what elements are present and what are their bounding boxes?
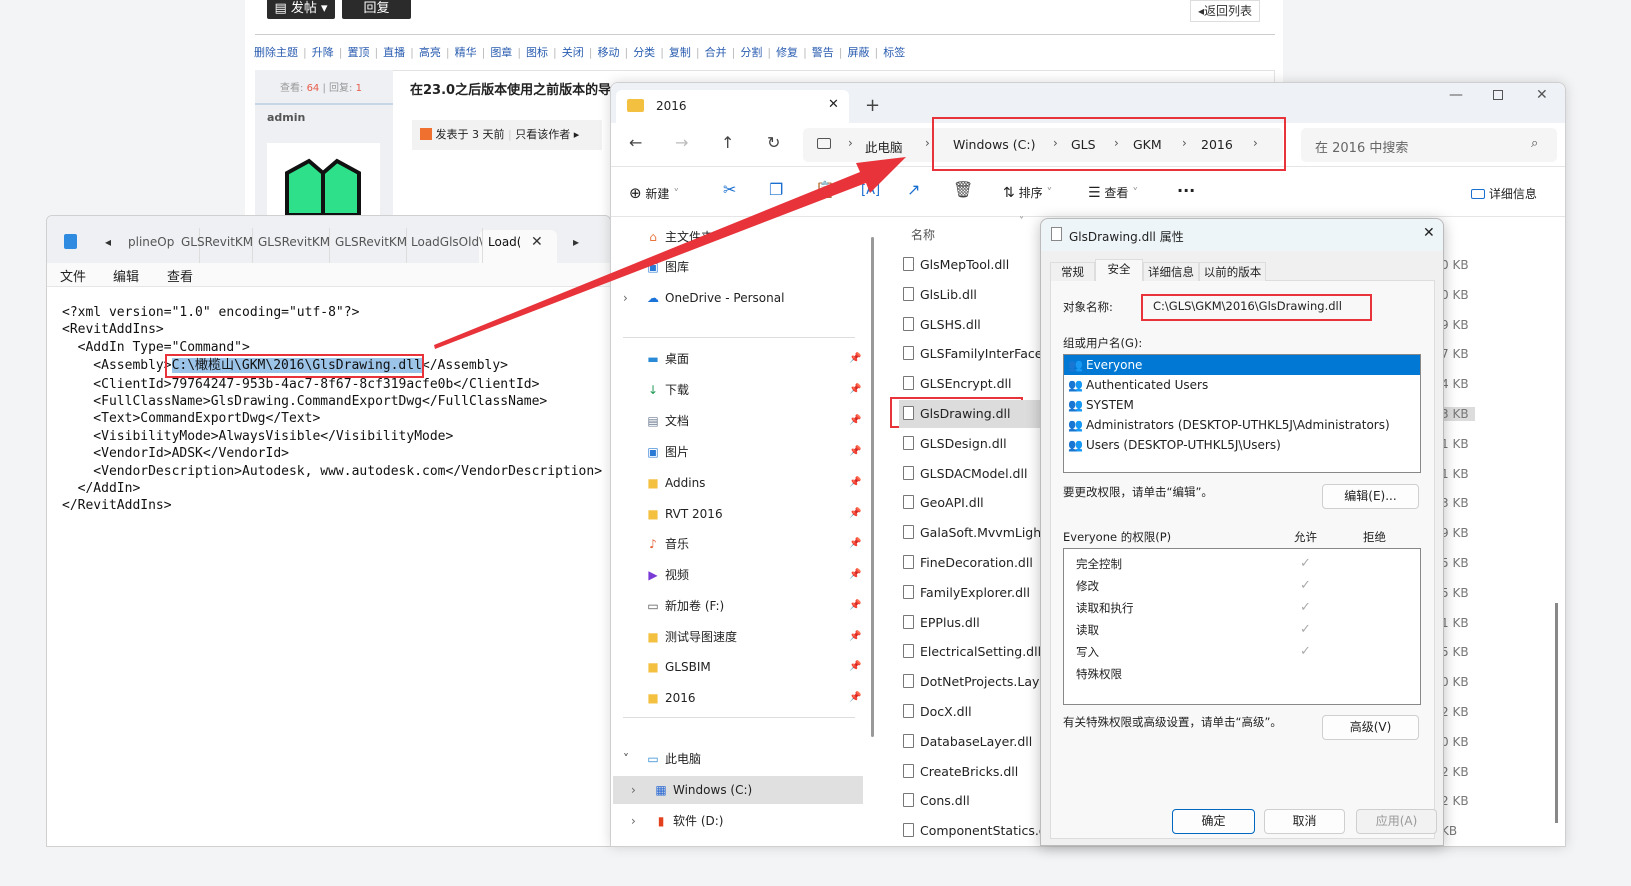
tab-security[interactable]: 安全 (1095, 259, 1143, 281)
tab-previous-versions[interactable]: 以前的版本 (1199, 262, 1266, 281)
tab-general[interactable]: 常规 (1050, 262, 1095, 281)
arrow-shape (434, 157, 906, 349)
annotation-arrow (434, 157, 906, 349)
tab-details[interactable]: 详细信息 (1143, 262, 1199, 281)
